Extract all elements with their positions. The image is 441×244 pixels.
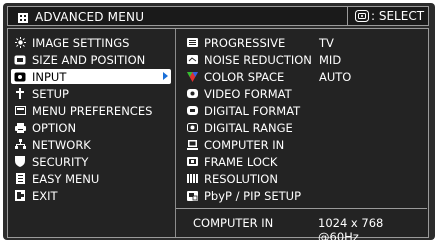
menu-title-wrap: ADVANCED MENU (18, 10, 144, 24)
computer-in-icon (186, 139, 198, 151)
submenu-item-label: DIGITAL RANGE (204, 120, 293, 135)
option-icon (14, 122, 26, 134)
video-format-icon (186, 88, 198, 100)
menu-item-label: NETWORK (32, 137, 91, 152)
submenu-item-color-space[interactable]: COLOR SPACE (186, 69, 284, 84)
menu-item-label: OPTION (32, 120, 77, 135)
progressive-value: TV (319, 35, 334, 50)
submenu-item-label: RESOLUTION (204, 171, 278, 186)
menu-item-setup[interactable]: SETUP (14, 86, 171, 101)
menu-item-menu-preferences[interactable]: MENU PREFERENCES (14, 103, 171, 118)
menu-item-exit[interactable]: EXIT (14, 188, 171, 203)
easy-menu-icon (14, 173, 26, 185)
submenu-item-digital-format[interactable]: DIGITAL FORMAT (186, 103, 300, 118)
color-space-value: AUTO (319, 69, 352, 84)
signal-info: 1024 x 768 @60Hz (318, 216, 384, 244)
digital-format-icon (186, 105, 198, 117)
submenu-arrow-icon (163, 72, 168, 80)
select-button-icon (355, 7, 369, 26)
menu-item-input[interactable]: INPUT (11, 69, 171, 84)
submenu-item-noise-reduction[interactable]: NOISE REDUCTION (186, 52, 312, 67)
submenu-item-label: PbyP / PIP SETUP (204, 188, 302, 203)
submenu-item-label: COMPUTER IN (204, 137, 285, 152)
submenu-item-label: VIDEO FORMAT (204, 86, 292, 101)
grid-menu-icon (18, 8, 28, 27)
menu-item-easy-menu[interactable]: EASY MENU (14, 171, 171, 186)
status-bar: COMPUTER IN 1024 x 768 @60Hz (176, 208, 427, 244)
menu-item-size-and-position[interactable]: SIZE AND POSITION (14, 52, 171, 67)
input-icon (14, 71, 26, 83)
menu-item-label: SIZE AND POSITION (32, 52, 146, 67)
submenu-item-resolution[interactable]: RESOLUTION (186, 171, 278, 186)
menu-title: ADVANCED MENU (35, 10, 145, 24)
submenu-item-label: NOISE REDUCTION (204, 52, 312, 67)
frame-lock-icon (186, 156, 198, 168)
submenu-item-pbyp-pip-setup[interactable]: PbyP / PIP SETUP (186, 188, 301, 203)
menu-item-label: MENU PREFERENCES (32, 103, 153, 118)
select-label: : SELECT (371, 9, 425, 23)
progressive-icon (186, 37, 198, 49)
setup-icon (14, 88, 26, 100)
menu-item-network[interactable]: NETWORK (14, 137, 171, 152)
exit-icon (14, 190, 26, 202)
submenu-item-computer-in[interactable]: COMPUTER IN (186, 137, 284, 152)
menu-item-security[interactable]: SECURITY (14, 154, 171, 169)
menu-header: ADVANCED MENU : SELECT (7, 6, 429, 26)
current-source: COMPUTER IN (193, 216, 274, 230)
submenu-item-label: COLOR SPACE (204, 69, 285, 84)
shield-icon (14, 156, 26, 168)
submenu-item-digital-range[interactable]: DIGITAL RANGE (186, 120, 293, 135)
noise-reduction-value: MID (319, 52, 342, 67)
menu-item-label: EASY MENU (32, 171, 100, 186)
frame-resize-icon (14, 54, 26, 66)
network-icon (14, 139, 26, 151)
sun-icon (14, 37, 26, 49)
input-submenu: PROGRESSIVE TV NOISE REDUCTION MID COLOR… (175, 29, 428, 244)
submenu-item-frame-lock[interactable]: FRAME LOCK (186, 154, 277, 169)
menu-item-label: SETUP (32, 86, 69, 101)
menu-item-label: EXIT (32, 188, 58, 203)
menu-item-label: SECURITY (32, 154, 89, 169)
select-hint: : SELECT (347, 7, 429, 25)
menu-item-label: IMAGE SETTINGS (32, 35, 130, 50)
digital-range-icon (186, 122, 198, 134)
submenu-item-label: PROGRESSIVE (204, 35, 286, 50)
menu-preferences-icon (14, 105, 26, 117)
submenu-item-progressive[interactable]: PROGRESSIVE (186, 35, 285, 50)
submenu-item-video-format[interactable]: VIDEO FORMAT (186, 86, 292, 101)
noise-reduction-icon (186, 54, 198, 66)
menu-item-label: INPUT (32, 69, 67, 84)
main-menu-list: IMAGE SETTINGS SIZE AND POSITION INPUT S… (8, 29, 175, 237)
color-space-icon (186, 71, 198, 83)
submenu-item-label: DIGITAL FORMAT (204, 103, 301, 118)
pip-setup-icon (186, 190, 198, 202)
submenu-item-label: FRAME LOCK (204, 154, 278, 169)
resolution-icon (186, 173, 198, 185)
menu-body: IMAGE SETTINGS SIZE AND POSITION INPUT S… (7, 28, 429, 244)
menu-item-option[interactable]: OPTION (14, 120, 171, 135)
menu-item-image-settings[interactable]: IMAGE SETTINGS (14, 35, 171, 50)
